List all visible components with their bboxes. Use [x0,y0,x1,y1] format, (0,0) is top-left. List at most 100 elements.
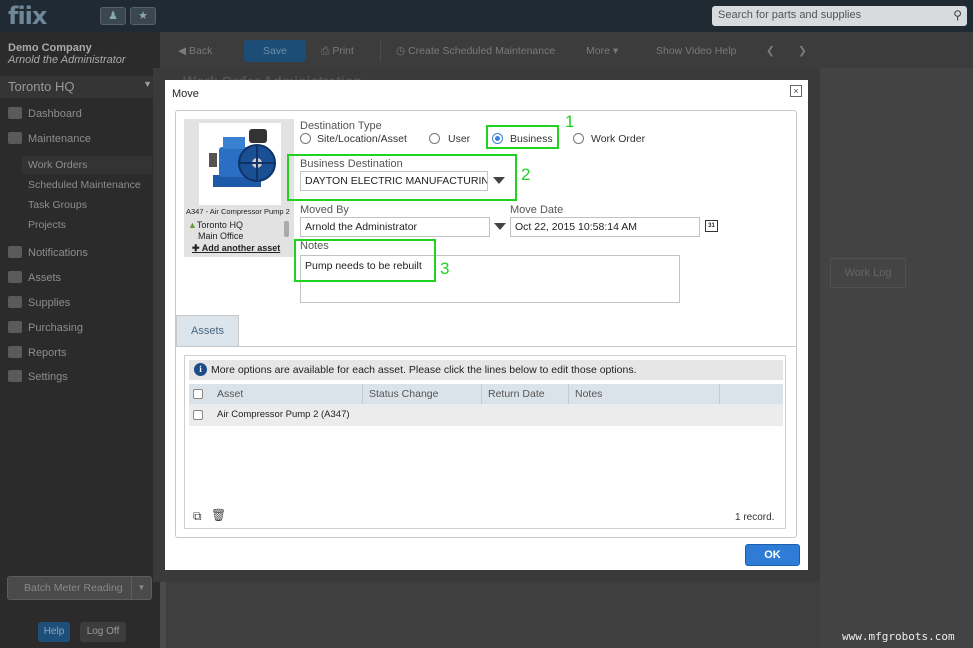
sidebar-item-purchasing[interactable]: Purchasing [8,321,83,334]
sidebar-item-label: Supplies [28,297,71,309]
company-name: Demo Company [8,42,92,54]
annotation-box-2 [287,154,517,201]
info-icon: i [194,363,207,376]
back-label: Back [189,45,213,57]
sidebar-item-assets[interactable]: Assets [8,271,61,284]
moved-by-label: Moved By [300,204,349,216]
assets-grid: i More options are available for each as… [184,355,786,529]
tab-work-log[interactable]: Work Log [830,258,906,288]
sidebar-item-task-groups[interactable]: Task Groups [28,199,87,211]
fiix-logo[interactable]: fiix [8,2,47,30]
annotation-box-3 [294,239,436,282]
record-count: 1 record. [735,512,775,523]
save-button[interactable]: Save [244,40,306,62]
annotation-number-1: 1 [565,112,575,131]
move-date-field[interactable]: Oct 22, 2015 10:58:14 AM [510,217,700,237]
asset-scrollbar[interactable] [284,221,289,237]
help-button[interactable]: Help [38,622,70,642]
user-name: Arnold the Administrator [8,54,126,66]
caret-down-icon: ▾ [612,45,619,57]
calendar-icon[interactable]: 31 [705,220,718,232]
sidebar-item-maintenance[interactable]: Maintenance [8,132,91,145]
divider [380,40,381,62]
chevron-down-icon[interactable] [494,223,506,230]
radio-work-order[interactable] [573,133,584,144]
search-icon[interactable]: ⚲ [953,8,962,22]
add-icon: ✚ [192,243,200,253]
annotation-box-1 [486,125,559,149]
arrow-right-icon[interactable]: ❯ [792,40,813,62]
watermark: www.mfgrobots.com [842,630,955,643]
annotation-number-2: 2 [521,165,531,184]
grid-header: Asset Status Change Return Date Notes [189,384,783,404]
location-selector[interactable]: Toronto HQ ▼ [0,76,160,98]
clock-icon: ◷ [396,45,406,57]
batch-meter-reading-button[interactable]: Batch Meter Reading ▼ [7,576,152,600]
sidebar-item-work-orders[interactable]: Work Orders [28,159,87,171]
table-row[interactable]: Air Compressor Pump 2 (A347) [189,404,783,426]
sidebar-item-label: Settings [28,371,68,383]
show-video-help-button[interactable]: Show Video Help [650,40,742,62]
search-input[interactable]: Search for parts and supplies ⚲ [712,6,967,26]
create-sm-label: Create Scheduled Maintenance [408,45,556,57]
truck-icon [8,296,22,308]
trash-icon[interactable]: 🗑 [211,508,226,522]
gear-icon [8,370,22,382]
print-icon: ⎙ [321,45,330,57]
bell-icon [8,246,22,258]
sidebar-item-reports[interactable]: Reports [8,346,67,359]
add-row-icon[interactable]: ⧉ [193,509,202,524]
annotation-number-3: 3 [440,259,450,278]
row-checkbox[interactable] [193,410,203,420]
sidebar: Demo Company Arnold the Administrator To… [0,32,160,648]
asset-cell: Air Compressor Pump 2 (A347) [217,409,350,420]
add-asset-link[interactable]: ✚ Add another asset [192,243,280,254]
print-button[interactable]: ⎙ Print [315,40,360,62]
column-asset[interactable]: Asset [211,384,363,404]
chevron-down-icon[interactable]: ▼ [131,577,151,599]
sidebar-item-label: Assets [28,272,62,284]
ok-button[interactable]: OK [745,544,800,566]
cube-icon [8,271,22,283]
moved-by-field[interactable]: Arnold the Administrator [300,217,490,237]
asset-location-label: Toronto HQ [196,220,243,230]
asset-caption: A347 - Air Compressor Pump 2 [186,207,290,216]
sidebar-item-label: Maintenance [28,133,91,145]
toolbar: ◀ Back Save ⎙ Print ◷ Create Scheduled M… [160,32,973,68]
radio-site-location-asset[interactable] [300,133,311,144]
asset-image[interactable] [199,123,281,205]
background-right [820,68,973,648]
back-button[interactable]: ◀ Back [172,40,218,62]
more-button[interactable]: More ▾ [580,40,624,62]
sidebar-item-dashboard[interactable]: Dashboard [8,107,82,120]
sidebar-item-label: Reports [28,347,67,359]
radio-user[interactable] [429,133,440,144]
sidebar-item-label: Purchasing [28,322,84,334]
star-icon[interactable]: ★ [130,7,156,25]
create-scheduled-maintenance-button[interactable]: ◷ Create Scheduled Maintenance [390,40,561,62]
sidebar-item-notifications[interactable]: Notifications [8,246,88,259]
sidebar-item-projects[interactable]: Projects [28,219,66,231]
radio-label: User [448,133,471,145]
tab-divider [176,346,796,347]
sidebar-item-settings[interactable]: Settings [8,370,68,383]
info-text: More options are available for each asse… [211,364,637,376]
close-icon[interactable]: × [790,85,802,97]
wrench-icon [8,132,22,144]
tab-assets[interactable]: Assets [176,315,239,347]
column-notes[interactable]: Notes [569,384,720,404]
destination-type-label: Destination Type [300,120,382,132]
column-status-change[interactable]: Status Change [363,384,482,404]
chart-icon [8,346,22,358]
sidebar-item-label: Dashboard [28,108,82,120]
user-icon[interactable]: ♟ [100,7,126,25]
select-all-checkbox[interactable] [193,389,203,399]
sidebar-item-supplies[interactable]: Supplies [8,296,70,309]
column-return-date[interactable]: Return Date [482,384,569,404]
location-label: Toronto HQ [8,79,75,94]
sidebar-item-scheduled-maintenance[interactable]: Scheduled Maintenance [28,179,141,191]
arrow-left-icon[interactable]: ❮ [760,40,781,62]
logoff-button[interactable]: Log Off [80,622,126,642]
radio-label: Site/Location/Asset [317,133,407,145]
location-icon: ▲ [188,220,197,230]
